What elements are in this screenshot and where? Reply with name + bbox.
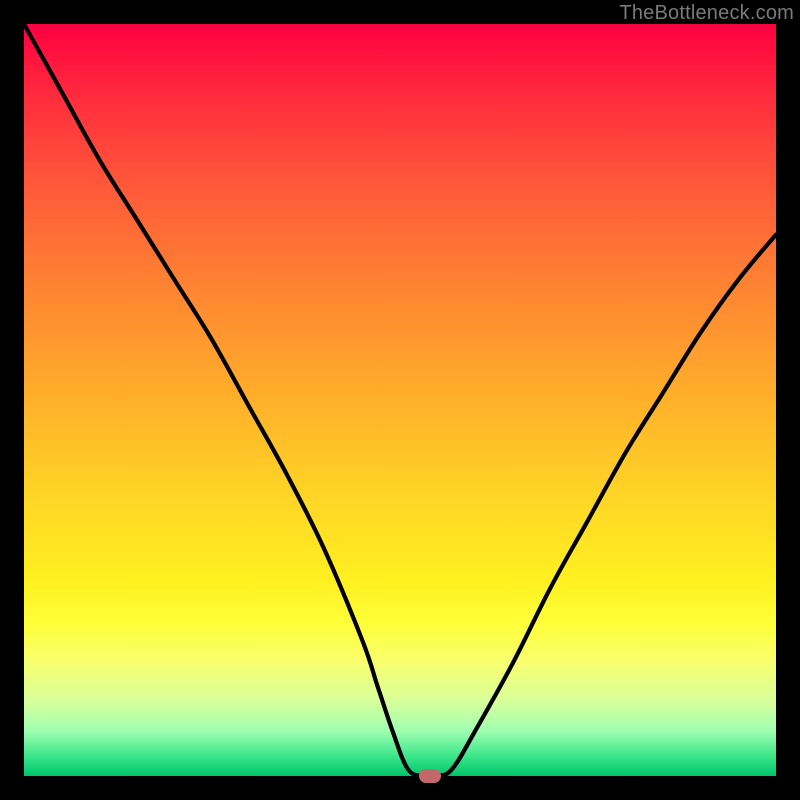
- watermark-text: TheBottleneck.com: [619, 2, 794, 25]
- optimum-marker: [419, 769, 441, 783]
- plot-area: [24, 24, 776, 776]
- chart-frame: TheBottleneck.com: [0, 0, 800, 800]
- bottleneck-curve: [24, 24, 776, 776]
